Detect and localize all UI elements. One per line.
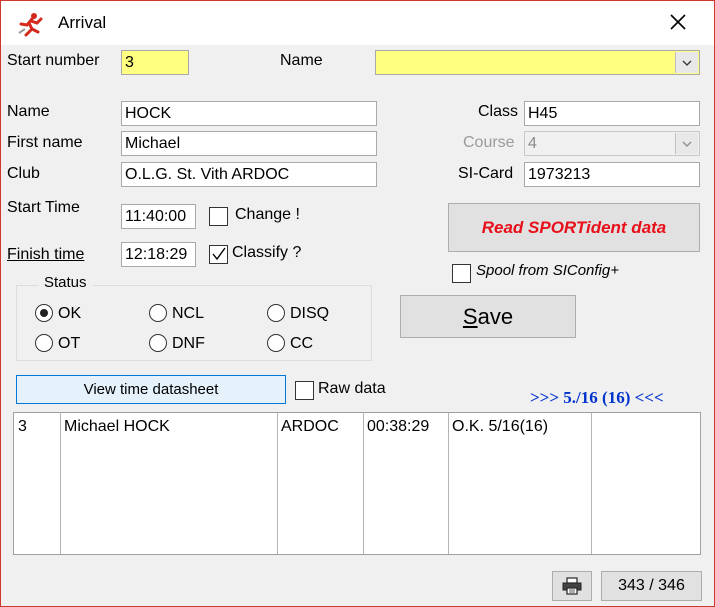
status-ncl-radio[interactable] <box>149 304 167 322</box>
results-table[interactable]: 3 Michael HOCK ARDOC 00:38:29 O.K. 5/16(… <box>13 412 701 555</box>
sicard-input[interactable]: 1973213 <box>524 162 700 187</box>
checkmark-icon <box>212 247 226 261</box>
row-result: O.K. 5/16(16) <box>452 418 549 435</box>
printer-icon <box>562 577 582 595</box>
course-dropdown: 4 <box>524 131 700 156</box>
arrival-window: Arrival Start number 3 Name Name HOCK Cl… <box>0 0 715 607</box>
close-button[interactable] <box>661 5 695 39</box>
course-dropdown-arrow <box>675 133 698 154</box>
close-icon <box>670 14 686 30</box>
row-club: ARDOC <box>281 418 339 435</box>
sicard-label: SI-Card <box>458 165 514 182</box>
name-label: Name <box>7 103 50 120</box>
start-time-label: Start Time <box>7 199 80 216</box>
status-title: Status <box>38 274 93 291</box>
class-input[interactable]: H45 <box>524 101 700 126</box>
window-title: Arrival <box>58 13 107 32</box>
classify-checkbox[interactable] <box>209 245 228 264</box>
start-number-input[interactable]: 3 <box>121 50 189 75</box>
start-time-input[interactable]: 11:40:00 <box>121 204 196 229</box>
course-label: Course <box>463 134 515 151</box>
chevron-down-icon <box>682 141 692 147</box>
title-bar: Arrival <box>1 1 714 45</box>
name-search-label: Name <box>280 52 323 69</box>
row-time: 00:38:29 <box>367 418 430 435</box>
raw-data-label: Raw data <box>318 380 386 397</box>
club-input[interactable]: O.L.G. St. Vith ARDOC <box>121 162 377 187</box>
row-name: Michael HOCK <box>64 418 170 435</box>
course-value: 4 <box>528 135 537 152</box>
status-dnf-label: DNF <box>172 335 205 352</box>
finish-time-label[interactable]: Finish time <box>7 246 84 264</box>
save-label: Save <box>462 304 514 329</box>
save-button[interactable]: Save <box>400 295 576 338</box>
change-label: Change ! <box>235 206 300 223</box>
runner-icon <box>17 11 43 37</box>
start-number-label: Start number <box>7 52 100 69</box>
name-input[interactable]: HOCK <box>121 101 377 126</box>
classify-label: Classify ? <box>232 244 302 261</box>
status-cc-radio[interactable] <box>267 334 285 352</box>
status-cc-label: CC <box>290 335 314 352</box>
name-dropdown-arrow[interactable] <box>675 52 698 73</box>
status-disq-radio[interactable] <box>267 304 285 322</box>
row-start-number: 3 <box>18 418 27 435</box>
record-counter: 343 / 346 <box>601 571 702 601</box>
finish-time-input[interactable]: 12:18:29 <box>121 242 196 267</box>
status-ncl-label: NCL <box>172 305 205 322</box>
spool-label: Spool from SIConfig+ <box>476 262 619 279</box>
status-ot-radio[interactable] <box>35 334 53 352</box>
name-search-dropdown[interactable] <box>375 50 700 75</box>
class-label: Class <box>478 103 519 120</box>
spool-checkbox[interactable] <box>452 264 471 283</box>
results-header: >>> 5./16 (16) <<< <box>530 388 664 407</box>
status-ok-label: OK <box>58 305 82 322</box>
first-name-input[interactable]: Michael <box>121 131 377 156</box>
change-checkbox[interactable] <box>209 207 228 226</box>
status-dnf-radio[interactable] <box>149 334 167 352</box>
print-button[interactable] <box>552 571 592 601</box>
chevron-down-icon <box>682 60 692 66</box>
raw-data-checkbox[interactable] <box>295 381 314 400</box>
status-ot-label: OT <box>58 335 81 352</box>
status-disq-label: DISQ <box>290 305 330 322</box>
status-ok-radio[interactable] <box>35 304 53 322</box>
view-datasheet-button[interactable]: View time datasheet <box>16 375 286 404</box>
read-sportident-button[interactable]: Read SPORTident data <box>448 203 700 252</box>
first-name-label: First name <box>7 134 83 151</box>
club-label: Club <box>7 165 40 182</box>
